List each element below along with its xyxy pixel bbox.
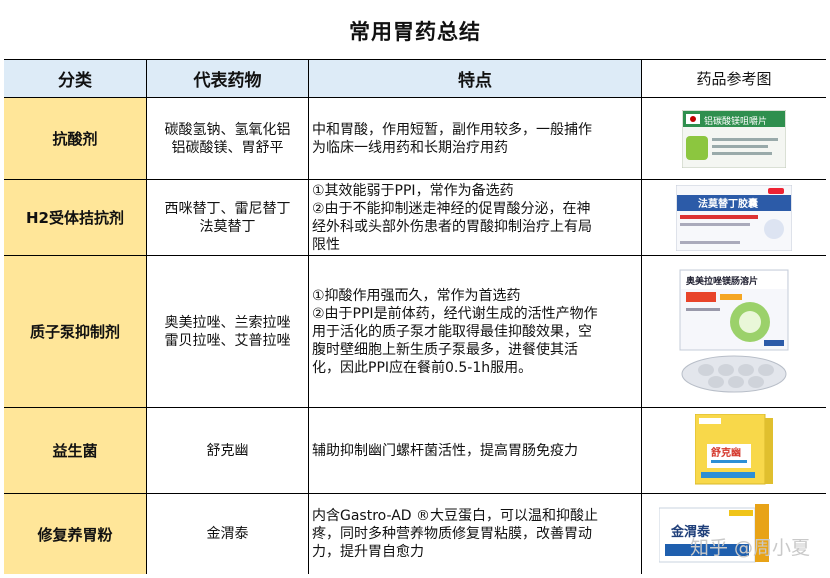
- row-antacid-features: 中和胃酸，作用短暂，副作用较多，一般捕作 为临床一线用药和长期治疗用药: [309, 98, 642, 180]
- feature-line: 化，因此PPI应在餐前0.5-1h服用。: [312, 359, 533, 376]
- row-ppi-image: 奥美拉唑镁肠溶片: [642, 256, 826, 408]
- medicine-box-image: 奥美拉唑镁肠溶片: [679, 269, 789, 392]
- box-label: 舒克幽: [711, 446, 741, 459]
- feature-line: 内含Gastro-AD ®大豆蛋白，可以温和抑酸止: [312, 508, 599, 524]
- row-ppi-category: 质子泵抑制剂: [4, 256, 147, 408]
- box-label: 奥美拉唑镁肠溶片: [685, 275, 758, 287]
- row-h2-image: 法莫替丁胶囊: [642, 180, 826, 256]
- drug-line: 奥美拉唑、兰索拉唑: [164, 314, 291, 331]
- medicine-box-image: 法莫替丁胶囊: [676, 184, 792, 251]
- feature-line: 限性: [312, 236, 340, 253]
- header-drugs: 代表药物: [147, 60, 309, 98]
- feature-line: ①抑酸作用强而久，常作为首选药: [312, 287, 521, 304]
- summary-sheet: 常用胃药总结 分类 代表药物 特点 药品参考图 抗酸剂 碳酸氢钠、氢氧化铝 铝碳酸…: [4, 2, 828, 576]
- feature-line: ②由于不能抑制迷走神经的促胃酸分泌，在神: [312, 200, 591, 217]
- drug-line: 金渭泰: [206, 526, 249, 542]
- row-probiotic-image: 舒克幽: [642, 408, 826, 494]
- header-category: 分类: [4, 60, 147, 98]
- feature-line: ①其效能弱于PPI，常作为备选药: [312, 182, 514, 199]
- row-probiotic-category: 益生菌: [4, 408, 147, 494]
- medicine-box-image: 铝碳酸镁咀嚼片: [682, 109, 786, 168]
- drug-line: 碳酸氢钠、氢氧化铝: [164, 121, 291, 138]
- feature-line: 中和胃酸，作用短暂，副作用较多，一般捕作: [312, 121, 592, 138]
- header-reference-image: 药品参考图: [642, 60, 826, 98]
- row-repair-drugs: 金渭泰: [147, 494, 309, 574]
- feature-line: 辅助抑制幽门螺杆菌活性，提高胃肠免疫力: [312, 442, 578, 459]
- table-title: 常用胃药总结: [4, 2, 826, 60]
- row-antacid-drugs: 碳酸氢钠、氢氧化铝 铝碳酸镁、胃舒平: [147, 98, 309, 180]
- medicine-box-image: 舒克幽: [695, 413, 773, 484]
- row-antacid-image: 铝碳酸镁咀嚼片: [642, 98, 826, 180]
- feature-line: 用于活化的质子泵才能取得最佳抑酸效果，空: [312, 323, 592, 340]
- row-h2-category: H2受体拮抗剂: [4, 180, 147, 256]
- drug-line: 西咪替丁、雷尼替丁: [164, 200, 291, 217]
- row-ppi-features: ①抑酸作用强而久，常作为首选药 ②由于PPI是前体药，经代谢生成的活性产物作 用于活…: [309, 256, 642, 408]
- row-repair-category: 修复养胃粉: [4, 494, 147, 574]
- row-antacid-category: 抗酸剂: [4, 98, 147, 180]
- feature-line: 腹时壁细胞上新生质子泵最多，进餐使其活: [312, 341, 578, 358]
- row-probiotic-features: 辅助抑制幽门螺杆菌活性，提高胃肠免疫力: [309, 408, 642, 494]
- drug-line: 铝碳酸镁、胃舒平: [171, 139, 284, 156]
- feature-line: 力，提升胃自愈力: [312, 544, 424, 560]
- feature-line: 经外科或头部外伤患者的胃酸抑制治疗上有局: [312, 218, 592, 235]
- row-repair-features: 内含Gastro-AD ®大豆蛋白，可以温和抑酸止 疼，同时多种营养物质修复胃粘膜…: [309, 494, 642, 574]
- row-h2-features: ①其效能弱于PPI，常作为备选药 ②由于不能抑制迷走神经的促胃酸分泌，在神 经外科或…: [309, 180, 642, 256]
- drug-line: 法莫替丁: [199, 218, 256, 235]
- box-label: 法莫替丁胶囊: [698, 197, 759, 210]
- row-probiotic-drugs: 舒克幽: [147, 408, 309, 494]
- watermark-text: 知乎 @周小夏: [689, 537, 810, 559]
- row-h2-drugs: 西咪替丁、雷尼替丁 法莫替丁: [147, 180, 309, 256]
- feature-line: 为临床一线用药和长期治疗用药: [312, 139, 508, 156]
- feature-line: ②由于PPI是前体药，经代谢生成的活性产物作: [312, 305, 598, 322]
- drug-line: 雷贝拉唑、艾普拉唑: [164, 332, 291, 349]
- header-features: 特点: [309, 60, 642, 98]
- feature-line: 疼，同时多种营养物质修复胃粘膜，改善胃动: [312, 526, 592, 542]
- drug-line: 舒克幽: [206, 442, 249, 459]
- row-ppi-drugs: 奥美拉唑、兰索拉唑 雷贝拉唑、艾普拉唑: [147, 256, 309, 408]
- box-label: 铝碳酸镁咀嚼片: [704, 115, 767, 127]
